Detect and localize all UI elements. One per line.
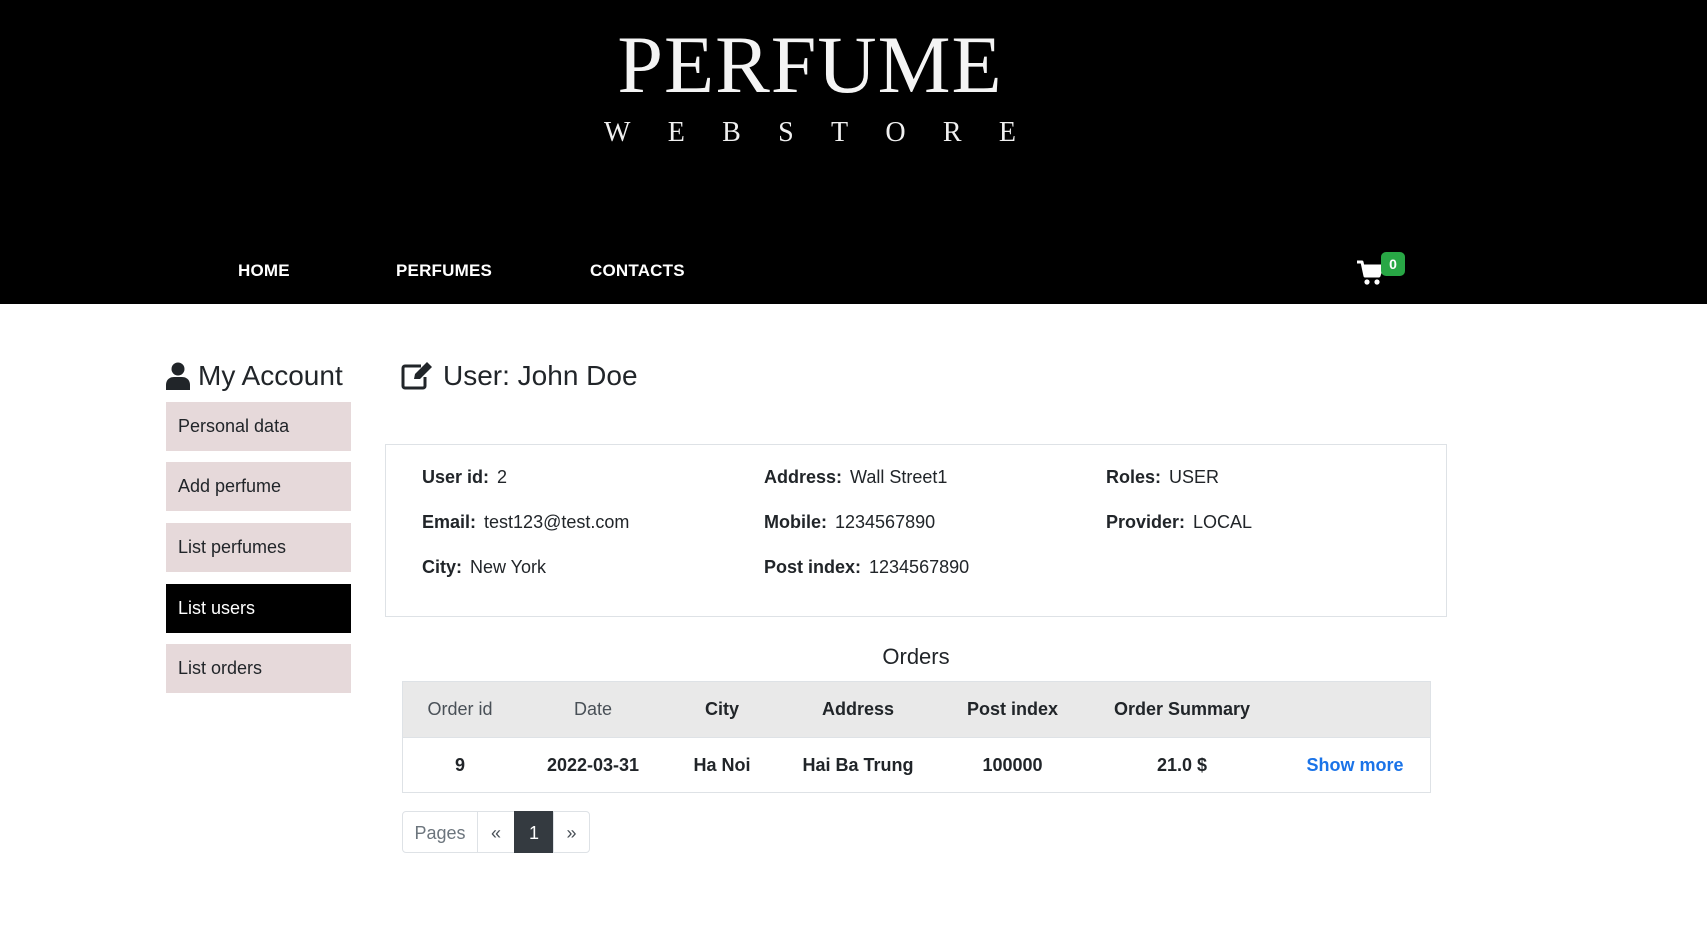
- cart-count-badge: 0: [1381, 252, 1405, 276]
- user-info-card: User id: 2 Email: test123@test.com City: Ne…: [385, 444, 1447, 617]
- column-header-date: Date: [517, 681, 669, 738]
- provider-row: Provider: LOCAL: [1106, 512, 1252, 533]
- column-header-order-summary: Order Summary: [1084, 681, 1280, 738]
- user-id-value: 2: [497, 467, 508, 487]
- column-header-order-id: Order id: [402, 681, 517, 738]
- logo-letter: R: [942, 117, 962, 148]
- pagination-next-button[interactable]: »: [553, 811, 590, 853]
- post-index-row: Post index: 1234567890: [764, 557, 969, 578]
- pagination-page-button[interactable]: 1: [514, 811, 554, 853]
- sidebar-item-list-users[interactable]: List users: [166, 584, 351, 633]
- city-value: New York: [470, 557, 547, 577]
- logo-letter: S: [778, 117, 794, 148]
- edit-icon: [401, 362, 432, 390]
- page-title: User: John Doe: [401, 354, 638, 398]
- order-summary-cell: 21.0 $: [1084, 737, 1280, 793]
- mobile-value: 1234567890: [835, 512, 936, 532]
- order-city-cell: Ha Noi: [669, 737, 775, 793]
- order-id-cell: 9: [402, 737, 517, 793]
- logo-letter: B: [722, 117, 741, 148]
- user-title: User: John Doe: [443, 360, 638, 391]
- order-address-cell: Hai Ba Trung: [775, 737, 941, 793]
- address-value: Wall Street1: [850, 467, 948, 487]
- pagination: Pages « 1 »: [402, 811, 590, 853]
- sidebar-item-list-perfumes[interactable]: List perfumes: [166, 523, 351, 572]
- account-title: My Account: [198, 360, 343, 391]
- logo-letter: O: [885, 117, 906, 148]
- roles-row: Roles: USER: [1106, 467, 1219, 488]
- table-row: 9 2022-03-31 Ha Noi Hai Ba Trung 100000 …: [402, 737, 1431, 793]
- cart-button[interactable]: 0: [1356, 252, 1410, 290]
- show-more-link[interactable]: Show more: [1306, 755, 1403, 775]
- post-index-label: Post index:: [764, 557, 862, 577]
- table-header-row: Order id Date City Address Post index Or…: [402, 681, 1431, 738]
- pagination-label: Pages: [402, 811, 478, 853]
- provider-label: Provider:: [1106, 512, 1186, 532]
- nav-contacts-link[interactable]: CONTACTS: [590, 261, 685, 281]
- mobile-row: Mobile: 1234567890: [764, 512, 935, 533]
- column-header-city: City: [669, 681, 775, 738]
- user-icon: [166, 362, 190, 390]
- column-header-actions: [1280, 681, 1431, 738]
- sidebar-item-add-perfume[interactable]: Add perfume: [166, 462, 351, 511]
- orders-table: Order id Date City Address Post index Or…: [402, 681, 1431, 793]
- column-header-address: Address: [775, 681, 941, 738]
- logo-letter: T: [830, 117, 849, 148]
- column-header-post-index: Post index: [941, 681, 1084, 738]
- user-id-row: User id: 2: [422, 467, 507, 488]
- orders-heading: Orders: [882, 644, 950, 669]
- order-action-cell: Show more: [1280, 737, 1431, 793]
- order-post-index-cell: 100000: [941, 737, 1084, 793]
- shopping-cart-icon: [1357, 260, 1384, 285]
- site-logo[interactable]: PERFUME W E B S T O R E: [560, 22, 1060, 150]
- nav-home-link[interactable]: HOME: [238, 261, 290, 281]
- logo-letter: W: [604, 117, 631, 148]
- user-id-label: User id:: [422, 467, 490, 487]
- address-label: Address:: [764, 467, 843, 487]
- email-value: test123@test.com: [484, 512, 630, 532]
- address-row: Address: Wall Street1: [764, 467, 947, 488]
- site-header: PERFUME W E B S T O R E HOME PERFUMES CO…: [0, 0, 1707, 304]
- logo-title: PERFUME: [617, 19, 1003, 110]
- pagination-prev-button[interactable]: «: [477, 811, 515, 853]
- sidebar-item-personal-data[interactable]: Personal data: [166, 402, 351, 451]
- mobile-label: Mobile:: [764, 512, 827, 532]
- provider-value: LOCAL: [1193, 512, 1253, 532]
- nav-perfumes-link[interactable]: PERFUMES: [396, 261, 492, 281]
- logo-letter: E: [667, 117, 685, 148]
- sidebar-item-list-orders[interactable]: List orders: [166, 644, 351, 693]
- account-heading: My Account: [166, 354, 343, 398]
- logo-subtitle: W E B S T O R E: [604, 116, 1016, 150]
- roles-label: Roles:: [1106, 467, 1162, 487]
- post-index-value: 1234567890: [869, 557, 970, 577]
- logo-letter: E: [998, 117, 1016, 148]
- city-row: City: New York: [422, 557, 546, 578]
- city-label: City:: [422, 557, 462, 577]
- roles-value: USER: [1169, 467, 1220, 487]
- email-label: Email:: [422, 512, 477, 532]
- order-date-cell: 2022-03-31: [517, 737, 669, 793]
- email-row: Email: test123@test.com: [422, 512, 629, 533]
